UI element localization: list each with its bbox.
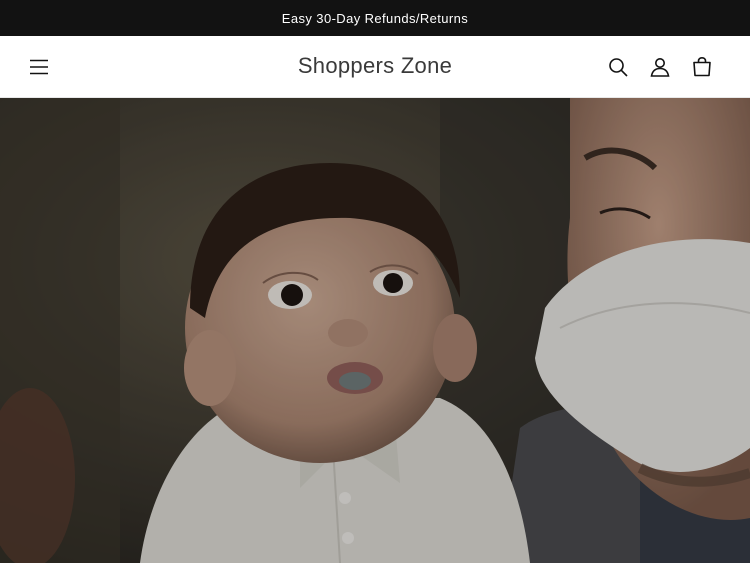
logo-link[interactable]: Shoppers Zone	[298, 53, 452, 78]
announcement-text: Easy 30-Day Refunds/Returns	[281, 10, 469, 26]
announcement-bar: Easy 30-Day Refunds/Returns	[0, 0, 750, 36]
hero-overlay	[0, 98, 750, 563]
cart-icon	[693, 56, 711, 77]
account-button[interactable]	[648, 55, 672, 79]
search-button[interactable]	[606, 55, 630, 79]
hero-banner	[0, 98, 750, 563]
search-icon	[609, 58, 628, 77]
account-icon	[650, 58, 670, 77]
site-header: Shoppers Zone	[0, 36, 750, 98]
cart-button[interactable]	[690, 55, 714, 79]
header-icons	[606, 55, 714, 79]
